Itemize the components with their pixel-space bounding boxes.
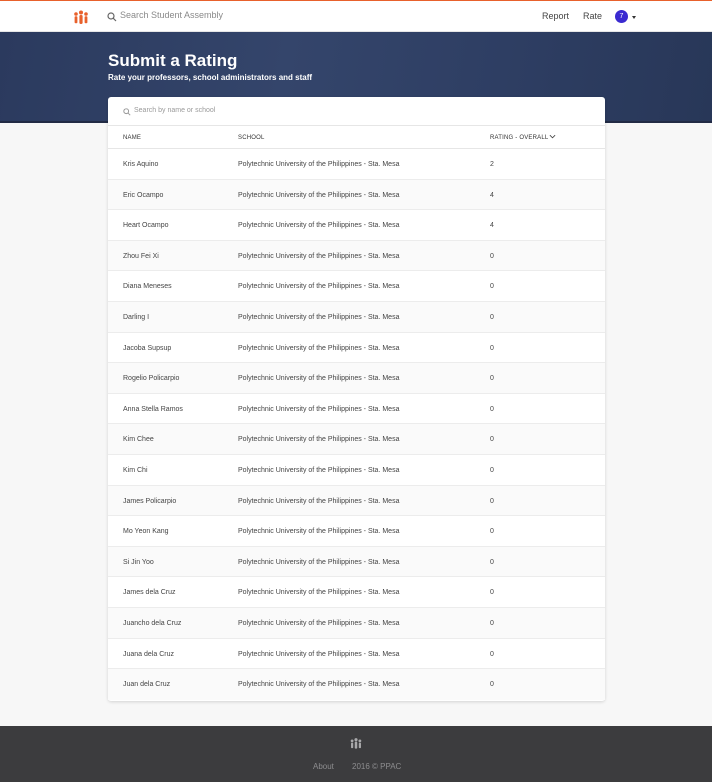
cell-school: Polytechnic University of the Philippine… xyxy=(238,528,400,536)
people-group-icon xyxy=(350,738,362,749)
cell-rating: 0 xyxy=(490,344,494,352)
table-search-input[interactable]: Search by name or school xyxy=(134,107,215,114)
cell-school: Polytechnic University of the Philippine… xyxy=(238,558,400,566)
cell-rating: 0 xyxy=(490,436,494,444)
table-row[interactable]: Kim Chee Polytechnic University of the Ph… xyxy=(108,424,605,455)
cell-name: Anna Stella Ramos xyxy=(123,405,183,413)
cell-name: James dela Cruz xyxy=(123,589,176,597)
cell-school: Polytechnic University of the Philippine… xyxy=(238,222,400,230)
table-row[interactable]: Jacoba Supsup Polytechnic University of t… xyxy=(108,333,605,364)
footer-copyright: 2016 © PPAC xyxy=(352,762,402,771)
table-body: Kris Aquino Polytechnic University of the… xyxy=(108,149,605,700)
top-navbar: Search Student Assembly Report Rate 7 xyxy=(0,0,712,32)
people-group-icon[interactable] xyxy=(72,9,90,27)
cell-rating: 0 xyxy=(490,681,494,689)
cell-name: Mo Yeon Kang xyxy=(123,528,169,536)
footer: About 2016 © PPAC xyxy=(0,726,712,782)
cell-school: Polytechnic University of the Philippine… xyxy=(238,405,400,413)
table-row[interactable]: Juancho dela Cruz Polytechnic University … xyxy=(108,607,605,639)
table-row[interactable]: Rogelio Policarpio Polytechnic University… xyxy=(108,363,605,394)
cell-name: Kris Aquino xyxy=(123,161,159,168)
cell-school: Polytechnic University of the Philippine… xyxy=(238,161,400,168)
cell-school: Polytechnic University of the Philippine… xyxy=(238,375,400,383)
cell-rating: 4 xyxy=(490,222,494,230)
cell-school: Polytechnic University of the Philippine… xyxy=(238,466,400,474)
search-icon xyxy=(123,108,131,116)
cell-rating: 2 xyxy=(490,161,494,168)
cell-rating: 0 xyxy=(490,375,494,383)
table-row[interactable]: Heart Ocampo Polytechnic University of th… xyxy=(108,210,605,241)
table-row[interactable]: Si Jin Yoo Polytechnic University of the … xyxy=(108,546,605,578)
cell-school: Polytechnic University of the Philippine… xyxy=(238,589,400,597)
cell-school: Polytechnic University of the Philippine… xyxy=(238,681,400,689)
cell-name: James Policarpio xyxy=(123,497,177,505)
cell-rating: 0 xyxy=(490,466,494,474)
cell-school: Polytechnic University of the Philippine… xyxy=(238,252,400,260)
table-header: NAME SCHOOL RATING - OVERALL xyxy=(108,126,605,149)
cell-school: Polytechnic University of the Philippine… xyxy=(238,497,400,505)
cell-school: Polytechnic University of the Philippine… xyxy=(238,436,400,444)
ratings-card: Search by name or school NAME SCHOOL RAT… xyxy=(108,97,605,701)
search-icon xyxy=(107,12,117,22)
cell-name: Zhou Fei Xi xyxy=(123,252,159,260)
cell-rating: 0 xyxy=(490,650,494,658)
nav-report-link[interactable]: Report xyxy=(542,11,569,21)
table-row[interactable]: Kim Chi Polytechnic University of the Phi… xyxy=(108,455,605,486)
nav-rate-link[interactable]: Rate xyxy=(583,11,602,21)
table-row[interactable]: James Policarpio Polytechnic University o… xyxy=(108,485,605,517)
cell-name: Si Jin Yoo xyxy=(123,558,154,566)
cell-name: Diana Meneses xyxy=(123,283,172,291)
column-header-name[interactable]: NAME xyxy=(123,135,141,141)
cell-school: Polytechnic University of the Philippine… xyxy=(238,191,400,199)
table-row[interactable]: Zhou Fei Xi Polytechnic University of the… xyxy=(108,240,605,272)
cell-school: Polytechnic University of the Philippine… xyxy=(238,344,400,352)
column-header-rating[interactable]: RATING - OVERALL xyxy=(490,135,548,141)
cell-name: Eric Ocampo xyxy=(123,191,164,199)
chevron-down-icon[interactable] xyxy=(632,16,636,19)
cell-name: Juan dela Cruz xyxy=(123,681,171,689)
cell-rating: 0 xyxy=(490,283,494,291)
cell-rating: 0 xyxy=(490,405,494,413)
table-search-bar[interactable]: Search by name or school xyxy=(108,97,605,126)
cell-name: Rogelio Policarpio xyxy=(123,375,180,383)
table-row[interactable]: Darling I Polytechnic University of the P… xyxy=(108,301,605,333)
cell-rating: 0 xyxy=(490,619,494,627)
cell-rating: 0 xyxy=(490,589,494,597)
table-row[interactable]: Juan dela Cruz Polytechnic University of … xyxy=(108,669,605,700)
cell-name: Kim Chee xyxy=(123,436,154,444)
page-subtitle: Rate your professors, school administrat… xyxy=(108,73,313,82)
cell-name: Darling I xyxy=(123,313,150,321)
column-header-school[interactable]: SCHOOL xyxy=(238,135,265,141)
cell-name: Heart Ocampo xyxy=(123,222,169,230)
table-row[interactable]: Eric Ocampo Polytechnic University of the… xyxy=(108,179,605,211)
cell-name: Juana dela Cruz xyxy=(123,650,174,658)
cell-name: Jacoba Supsup xyxy=(123,344,172,352)
footer-about-link[interactable]: About xyxy=(313,762,334,771)
cell-name: Juancho dela Cruz xyxy=(123,619,182,627)
table-row[interactable]: Juana dela Cruz Polytechnic University of… xyxy=(108,639,605,670)
notification-badge[interactable]: 7 xyxy=(615,10,628,23)
cell-rating: 0 xyxy=(490,313,494,321)
cell-rating: 0 xyxy=(490,558,494,566)
table-row[interactable]: Anna Stella Ramos Polytechnic University … xyxy=(108,394,605,425)
cell-rating: 0 xyxy=(490,497,494,505)
table-row[interactable]: Mo Yeon Kang Polytechnic University of th… xyxy=(108,516,605,547)
table-row[interactable]: Diana Meneses Polytechnic University of t… xyxy=(108,271,605,302)
cell-school: Polytechnic University of the Philippine… xyxy=(238,283,400,291)
cell-rating: 0 xyxy=(490,528,494,536)
cell-school: Polytechnic University of the Philippine… xyxy=(238,619,400,627)
cell-rating: 0 xyxy=(490,252,494,260)
cell-name: Kim Chi xyxy=(123,466,148,474)
cell-school: Polytechnic University of the Philippine… xyxy=(238,650,400,658)
table-row[interactable]: Kris Aquino Polytechnic University of the… xyxy=(108,149,605,180)
table-row[interactable]: James dela Cruz Polytechnic University of… xyxy=(108,577,605,608)
cell-school: Polytechnic University of the Philippine… xyxy=(238,313,400,321)
cell-rating: 4 xyxy=(490,191,494,199)
chevron-down-icon[interactable] xyxy=(549,133,556,140)
page-title: Submit a Rating xyxy=(108,51,238,70)
global-search-input[interactable]: Search Student Assembly xyxy=(120,10,223,20)
